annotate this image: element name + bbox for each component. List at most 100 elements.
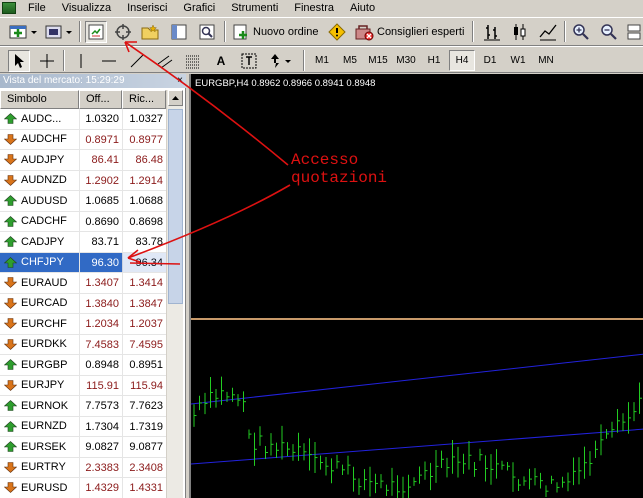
table-row[interactable]: EURGBP 0.8948 0.8951 — [0, 355, 166, 376]
channel-tool[interactable] — [154, 50, 176, 72]
table-row[interactable]: EURAUD 1.3407 1.3414 — [0, 273, 166, 294]
table-row[interactable]: EURJPY 115.91 115.94 — [0, 375, 166, 396]
text-tool[interactable]: A — [210, 50, 232, 72]
symbol-cell: CADCHF — [0, 212, 79, 232]
vertical-line-tool[interactable] — [70, 50, 92, 72]
new-chart-button[interactable] — [6, 21, 40, 43]
market-watch-icon — [88, 24, 104, 40]
symbol-name: EURAUD — [21, 276, 68, 289]
symbol-cell: EURGBP — [0, 355, 79, 375]
symbol-cell: AUDNZD — [0, 171, 79, 191]
table-row[interactable]: EURDKK 7.4583 7.4595 — [0, 334, 166, 355]
bid-cell: 9.0827 — [79, 437, 122, 457]
table-row[interactable]: EURUSD 1.4329 1.4331 — [0, 478, 166, 498]
fibonacci-tool[interactable] — [182, 50, 204, 72]
bid-cell: 1.4329 — [79, 478, 122, 498]
new-order-button[interactable]: Nuovo ordine — [232, 21, 324, 43]
table-row[interactable]: AUDUSD 1.0685 1.0688 — [0, 191, 166, 212]
crosshair-tool[interactable] — [36, 50, 58, 72]
menu-view[interactable]: Visualizza — [54, 0, 119, 16]
symbol-name: EURTRY — [21, 461, 66, 474]
bar-chart-button[interactable] — [480, 21, 504, 43]
scroll-up-button[interactable] — [168, 90, 183, 106]
menu-file[interactable]: File — [20, 0, 54, 16]
trendline-icon — [130, 54, 144, 68]
timeframe-d1[interactable]: D1 — [477, 50, 503, 71]
expert-advisors-button[interactable]: Consiglieri esperti — [354, 21, 466, 43]
menu-window[interactable]: Finestra — [286, 0, 342, 16]
navigator-button[interactable] — [112, 21, 134, 43]
symbol-name: EURNZD — [21, 420, 67, 433]
timeframe-m30[interactable]: M30 — [393, 50, 419, 71]
zoom-in-button[interactable] — [570, 21, 592, 43]
horizontal-line-tool[interactable] — [98, 50, 120, 72]
profiles-button[interactable] — [43, 21, 75, 43]
zoom-out-button[interactable] — [598, 21, 620, 43]
table-row[interactable]: AUDJPY 86.41 86.48 — [0, 150, 166, 171]
ask-cell: 96.34 — [122, 252, 166, 272]
table-row[interactable]: EURCAD 1.3840 1.3847 — [0, 293, 166, 314]
meta-editor-button[interactable] — [326, 21, 348, 43]
arrow-up-icon — [4, 195, 17, 207]
trendline-tool[interactable] — [126, 50, 148, 72]
table-row[interactable]: EURSEK 9.0827 9.0877 — [0, 437, 166, 458]
chart-window[interactable]: EURGBP,H4 0.8962 0.8966 0.8941 0.8948 — [189, 74, 643, 498]
market-watch-title: Vista del mercato: 15:29:29 — [3, 75, 125, 86]
new-order-label: Nuovo ordine — [253, 26, 319, 38]
candlestick-button[interactable] — [508, 21, 532, 43]
scroll-thumb[interactable] — [168, 109, 183, 304]
favorites-button[interactable] — [139, 21, 161, 43]
menu-tools[interactable]: Strumenti — [223, 0, 286, 16]
table-row[interactable]: CADCHF 0.8690 0.8698 — [0, 211, 166, 232]
symbol-name: EURNOK — [21, 399, 69, 412]
table-row[interactable]: CHFJPY 96.30 96.34 — [0, 252, 166, 273]
timeframe-m15[interactable]: M15 — [365, 50, 391, 71]
timeframe-h1[interactable]: H1 — [421, 50, 447, 71]
arrows-dropdown-tool[interactable] — [266, 50, 296, 72]
market-watch-panel: Vista del mercato: 15:29:29 × Simbolo Of… — [0, 74, 186, 498]
table-row[interactable]: AUDCHF 0.8971 0.8977 — [0, 129, 166, 150]
symbol-name: CADCHF — [21, 215, 67, 228]
table-row[interactable]: CADJPY 83.71 83.78 — [0, 232, 166, 253]
timeframe-h4[interactable]: H4 — [449, 50, 475, 71]
strategy-tester-button[interactable] — [196, 21, 218, 43]
menu-help[interactable]: Aiuto — [342, 0, 383, 16]
text-label-tool[interactable] — [238, 50, 260, 72]
ask-cell: 1.7319 — [122, 416, 166, 436]
symbol-name: EURCAD — [21, 297, 68, 310]
magnifier-window-icon — [199, 24, 215, 40]
ask-cell: 1.0327 — [122, 109, 166, 129]
tile-windows-button[interactable] — [626, 21, 642, 43]
bid-cell: 115.91 — [79, 375, 122, 395]
table-row[interactable]: AUDNZD 1.2902 1.2914 — [0, 170, 166, 191]
table-row[interactable]: EURCHF 1.2034 1.2037 — [0, 314, 166, 335]
market-watch-button[interactable] — [85, 21, 107, 43]
new-chart-icon — [9, 25, 37, 39]
arrow-up-icon — [4, 113, 17, 125]
crosshair-target-icon — [115, 24, 131, 40]
market-watch-scrollbar[interactable] — [166, 90, 183, 498]
line-chart-button[interactable] — [536, 21, 560, 43]
table-row[interactable]: EURTRY 2.3383 2.3408 — [0, 457, 166, 478]
table-row[interactable]: EURNOK 7.7573 7.7623 — [0, 396, 166, 417]
symbol-name: AUDUSD — [21, 194, 68, 207]
timeframe-w1[interactable]: W1 — [505, 50, 531, 71]
column-ask[interactable]: Ric... — [122, 90, 166, 109]
column-symbol[interactable]: Simbolo — [0, 90, 79, 109]
ask-cell: 1.2037 — [122, 314, 166, 334]
bid-cell: 0.8690 — [79, 211, 122, 231]
cursor-tool[interactable] — [8, 50, 30, 72]
symbol-cell: EURSEK — [0, 437, 79, 457]
timeframe-m5[interactable]: M5 — [337, 50, 363, 71]
table-row[interactable]: EURNZD 1.7304 1.7319 — [0, 416, 166, 437]
app-icon[interactable] — [2, 2, 16, 14]
menu-insert[interactable]: Inserisci — [119, 0, 175, 16]
menu-charts[interactable]: Grafici — [175, 0, 223, 16]
timeframe-m1[interactable]: M1 — [309, 50, 335, 71]
table-row[interactable]: AUDC... 1.0320 1.0327 — [0, 109, 166, 130]
close-icon[interactable]: × — [177, 74, 183, 88]
terminal-button[interactable] — [168, 21, 190, 43]
symbol-cell: CADJPY — [0, 232, 79, 252]
column-bid[interactable]: Off... — [79, 90, 122, 109]
timeframe-mn[interactable]: MN — [533, 50, 559, 71]
